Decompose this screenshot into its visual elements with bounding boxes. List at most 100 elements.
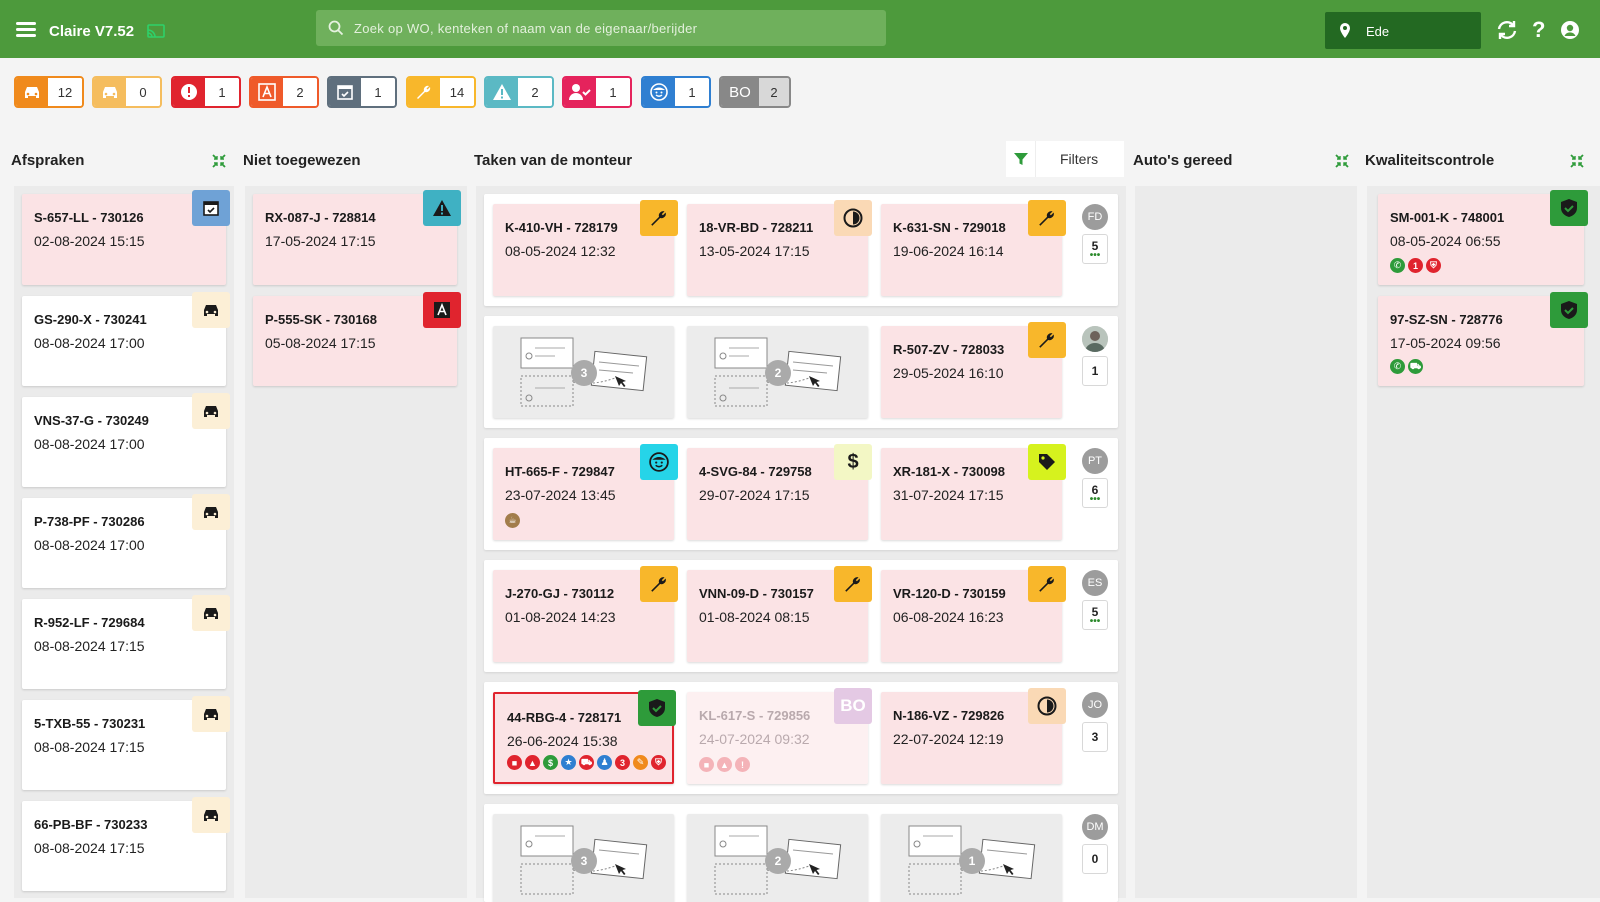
mechanic-task-count[interactable]: 5 ••• xyxy=(1082,234,1108,264)
mechanic-task-count[interactable]: 3 xyxy=(1082,722,1108,752)
person-icon: ♟ xyxy=(597,755,612,770)
badge-face[interactable]: 1 xyxy=(641,76,711,108)
badge-user-check[interactable]: 1 xyxy=(562,76,632,108)
mechanic-avatar[interactable]: PT xyxy=(1082,448,1108,474)
empty-slot[interactable]: 1 xyxy=(881,814,1062,902)
job-card-selected[interactable]: 44-RBG-4 - 728171 26-06-2024 15:38 ■ ▲ $… xyxy=(493,690,676,784)
badge-count: 2 xyxy=(283,78,317,106)
location-label: Ede xyxy=(1366,24,1390,39)
job-card[interactable]: HT-665-F - 729847 23-07-2024 13:45 ☕ xyxy=(493,444,678,540)
job-card[interactable]: 5-TXB-55 - 730231 08-08-2024 17:15 xyxy=(22,696,230,790)
mechanic-row: HT-665-F - 729847 23-07-2024 13:45 ☕ 4-S… xyxy=(484,438,1118,550)
shield-check-icon xyxy=(1561,301,1577,319)
badge-cars[interactable]: 12 xyxy=(14,76,84,108)
column-title-taken: Taken van de monteur xyxy=(474,152,633,169)
user-account-icon[interactable] xyxy=(1560,20,1580,40)
job-card[interactable]: R-952-LF - 729684 08-08-2024 17:15 xyxy=(22,595,230,689)
job-card[interactable]: P-555-SK - 730168 05-08-2024 17:15 xyxy=(253,292,461,386)
clock-icon xyxy=(843,208,863,228)
collapse-column-icon[interactable] xyxy=(1570,154,1584,168)
badge-a[interactable]: 2 xyxy=(249,76,319,108)
card-date: 24-07-2024 09:32 xyxy=(699,731,810,747)
mechanic-avatar[interactable]: ES xyxy=(1082,570,1108,596)
warning-icon: ▲ xyxy=(525,755,540,770)
mechanic-avatar[interactable]: JO xyxy=(1082,692,1108,718)
empty-slot[interactable]: 3 xyxy=(493,326,674,418)
cast-icon[interactable] xyxy=(146,24,166,40)
menu-icon[interactable] xyxy=(16,22,36,37)
location-selector[interactable]: Ede xyxy=(1325,12,1481,49)
card-date: 08-05-2024 06:55 xyxy=(1390,233,1501,249)
filters-button[interactable]: Filters xyxy=(1006,141,1124,177)
column-gereed xyxy=(1135,186,1357,898)
badge-cars-waiting[interactable]: 0 xyxy=(92,76,162,108)
card-date: 22-07-2024 12:19 xyxy=(893,731,1004,747)
refresh-icon[interactable] xyxy=(1496,20,1518,40)
card-date: 08-08-2024 17:15 xyxy=(34,638,145,654)
wrench-icon xyxy=(1039,333,1054,348)
badge-bo[interactable]: BO 2 xyxy=(719,76,791,108)
empty-slot[interactable]: 2 xyxy=(687,814,868,902)
badge-wrench[interactable]: 14 xyxy=(406,76,476,108)
mechanic-avatar[interactable]: FD xyxy=(1082,204,1108,230)
mechanic-task-count[interactable]: 1 xyxy=(1082,356,1108,386)
card-plate: RX-087-J - 728814 xyxy=(265,210,376,225)
job-card[interactable]: SM-001-K - 748001 08-05-2024 06:55 ✆ 1 ⛨ xyxy=(1378,190,1588,285)
warning-icon: ▲ xyxy=(717,757,732,772)
job-card[interactable]: N-186-VZ - 729826 22-07-2024 12:19 xyxy=(881,688,1066,784)
job-card[interactable]: VNN-09-D - 730157 01-08-2024 08:15 xyxy=(687,566,872,662)
badge-warning[interactable]: 2 xyxy=(484,76,554,108)
mechanic-task-count[interactable]: 6 ••• xyxy=(1082,478,1108,508)
job-card[interactable]: K-631-SN - 729018 19-06-2024 16:14 xyxy=(881,200,1066,296)
job-card[interactable]: P-738-PF - 730286 08-08-2024 17:00 xyxy=(22,494,230,588)
mechanic-row: J-270-GJ - 730112 01-08-2024 14:23 VNN-0… xyxy=(484,560,1118,672)
card-date: 08-05-2024 12:32 xyxy=(505,243,616,259)
job-card[interactable]: J-270-GJ - 730112 01-08-2024 14:23 xyxy=(493,566,678,662)
job-card[interactable]: KL-617-S - 729856 24-07-2024 09:32 BO ■ … xyxy=(687,688,872,784)
mechanic-task-count[interactable]: 0 xyxy=(1082,844,1108,874)
card-date: 01-08-2024 14:23 xyxy=(505,609,616,625)
job-card[interactable]: R-507-ZV - 728033 29-05-2024 16:10 xyxy=(881,322,1066,418)
badge-calendar[interactable]: 1 xyxy=(327,76,397,108)
car-icon xyxy=(204,810,218,821)
location-pin-icon xyxy=(1340,23,1350,38)
help-icon[interactable]: ? xyxy=(1532,17,1545,43)
job-card[interactable]: GS-290-X - 730241 08-08-2024 17:00 xyxy=(22,292,230,386)
empty-slot[interactable]: 3 xyxy=(493,814,674,902)
badge-alert[interactable]: 1 xyxy=(171,76,241,108)
job-card[interactable]: RX-087-J - 728814 17-05-2024 17:15 xyxy=(253,190,461,285)
card-date: 17-05-2024 09:56 xyxy=(1390,335,1501,351)
job-card[interactable]: VR-120-D - 730159 06-08-2024 16:23 xyxy=(881,566,1066,662)
card-date: 08-08-2024 17:15 xyxy=(34,739,145,755)
column-title-kwaliteit: Kwaliteitscontrole xyxy=(1365,152,1495,169)
job-card[interactable]: XR-181-X - 730098 31-07-2024 17:15 xyxy=(881,444,1066,540)
warning-icon xyxy=(493,84,511,100)
job-card[interactable]: 66-PB-BF - 730233 08-08-2024 17:15 xyxy=(22,797,230,891)
shield-icon: ⛨ xyxy=(1426,258,1441,273)
card-plate: XR-181-X - 730098 xyxy=(893,464,1006,479)
job-card[interactable]: K-410-VH - 728179 08-05-2024 12:32 xyxy=(493,200,678,296)
alert-icon: ! xyxy=(735,757,750,772)
mechanic-avatar[interactable]: DM xyxy=(1082,814,1108,840)
job-card[interactable]: VNS-37-G - 730249 08-08-2024 17:00 xyxy=(22,393,230,487)
job-card[interactable]: 18-VR-BD - 728211 13-05-2024 17:15 xyxy=(687,200,872,296)
search-input[interactable] xyxy=(354,10,874,46)
job-card[interactable]: S-657-LL - 730126 02-08-2024 15:15 xyxy=(22,190,230,285)
card-plate: 5-TXB-55 - 730231 xyxy=(34,716,146,731)
calendar-check-icon xyxy=(203,201,219,216)
card-date: 23-07-2024 13:45 xyxy=(505,487,616,503)
collapse-column-icon[interactable] xyxy=(1335,154,1349,168)
collapse-column-icon[interactable] xyxy=(212,154,226,168)
card-date: 26-06-2024 15:38 xyxy=(507,733,618,749)
empty-slot[interactable]: 2 xyxy=(687,326,868,418)
job-card[interactable]: 97-SZ-SN - 728776 17-05-2024 09:56 ✆ ⛟ xyxy=(1378,292,1588,386)
card-plate: 66-PB-BF - 730233 xyxy=(34,817,148,832)
card-date: 08-08-2024 17:00 xyxy=(34,537,145,553)
mechanic-avatar-photo[interactable] xyxy=(1082,326,1108,352)
wrench-icon xyxy=(417,85,431,99)
card-plate: KL-617-S - 729856 xyxy=(699,708,811,723)
wrench-icon xyxy=(1039,577,1054,592)
mechanic-task-count[interactable]: 5 ••• xyxy=(1082,600,1108,630)
job-card[interactable]: 4-SVG-84 - 729758 29-07-2024 17:15 $ xyxy=(687,444,872,540)
dollar-icon: $ xyxy=(543,755,558,770)
